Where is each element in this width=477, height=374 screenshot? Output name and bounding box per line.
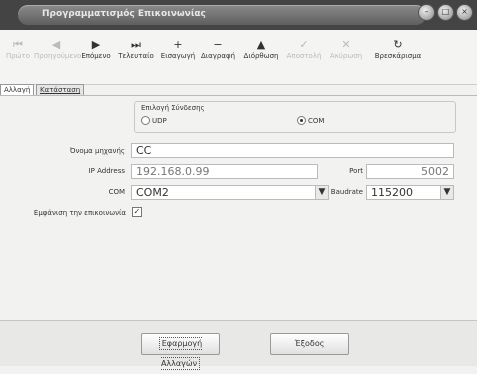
tab-change[interactable]: Αλλαγή <box>0 84 35 95</box>
com-radio-dot <box>297 116 306 125</box>
name-label: Όνομα μηχανής <box>69 147 125 155</box>
toolbar-next-button[interactable]: ▶ Επόμενο <box>80 38 112 60</box>
com-select[interactable]: COM2 ▼ <box>131 185 329 200</box>
exit-button[interactable]: Έξοδος <box>270 333 349 355</box>
tab-status[interactable]: Κατάσταση <box>36 84 85 95</box>
next-icon: ▶ <box>91 38 101 51</box>
toolbar-send-button[interactable]: ✓ Αποστολή <box>284 38 324 60</box>
last-icon: ⏭ <box>131 38 141 51</box>
edit-icon: ▲ <box>256 38 266 51</box>
toolbar-first-button[interactable]: ⏮ Πρώτο <box>4 38 32 60</box>
toolbar-refresh-button[interactable]: ↻ Βρεσκάρισμα <box>368 38 428 60</box>
udp-radio-dot <box>141 116 150 125</box>
toolbar-insert-label: Εισαγωγή <box>160 52 196 60</box>
toolbar-first-label: Πρώτο <box>5 52 31 60</box>
connection-group-label: Επιλογή Σύνδεσης <box>141 104 205 112</box>
apply-changes-label: Εφαρμογή Αλλαγών <box>158 337 203 370</box>
toolbar-next-label: Επόμενο <box>81 52 111 60</box>
window-title: Προγραμματισμός Επικοινωνίας <box>42 9 206 19</box>
udp-radio-label: UDP <box>152 116 167 125</box>
baud-label: Baudrate <box>330 188 363 196</box>
bottom-bar: Εφαρμογή Αλλαγών Έξοδος <box>0 320 477 370</box>
udp-radio[interactable]: UDP <box>141 116 167 125</box>
toolbar-previous-label: Προηγούμενο <box>34 52 82 60</box>
com-radio-label: COM <box>308 116 325 125</box>
baud-select-value: 115200 <box>371 186 413 199</box>
toolbar-edit-label: Διόρθωση <box>243 52 279 60</box>
ip-label: IP Address <box>88 167 125 175</box>
minimize-button[interactable]: – <box>418 4 435 21</box>
close-button[interactable]: × <box>456 4 473 21</box>
chevron-down-icon[interactable]: ▼ <box>440 186 453 199</box>
toolbar-last-label: Τελευταίο <box>118 52 154 60</box>
port-input[interactable]: 5002 <box>366 164 454 179</box>
com-label: COM <box>108 188 125 196</box>
apply-changes-button[interactable]: Εφαρμογή Αλλαγών <box>141 333 220 370</box>
com-select-value: COM2 <box>136 186 169 199</box>
insert-icon: + <box>173 38 183 51</box>
toolbar-delete-label: Διαγραφή <box>200 52 236 60</box>
show-comm-label: Εμφάνιση την επικοινωνία <box>33 209 126 217</box>
toolbar-cancel-label: Ακύρωση <box>329 52 363 60</box>
cancel-icon: ✕ <box>341 38 351 51</box>
maximize-button[interactable]: □ <box>437 4 454 21</box>
previous-icon: ◀ <box>51 38 61 51</box>
baud-select[interactable]: 115200 ▼ <box>366 185 454 200</box>
delete-icon: − <box>213 38 223 51</box>
show-comm-checkbox[interactable]: ✓ <box>132 207 142 217</box>
first-icon: ⏮ <box>13 38 23 51</box>
toolbar-edit-button[interactable]: ▲ Διόρθωση <box>241 38 281 60</box>
toolbar-insert-button[interactable]: + Εισαγωγή <box>160 38 196 60</box>
port-label: Port <box>349 167 363 175</box>
com-radio[interactable]: COM <box>297 116 324 125</box>
toolbar-cancel-button[interactable]: ✕ Ακύρωση <box>326 38 366 60</box>
toolbar-refresh-label: Βρεσκάρισμα <box>374 52 422 60</box>
refresh-icon: ↻ <box>393 38 403 51</box>
title-bar: Προγραμματισμός Επικοινωνίας – □ × <box>0 0 477 30</box>
connection-group: Επιλογή Σύνδεσης UDP COM <box>134 101 456 133</box>
window-controls: – □ × <box>418 4 473 21</box>
name-input[interactable]: CC <box>131 143 454 158</box>
toolbar: ⏮ Πρώτο ◀ Προηγούμενο ▶ Επόμενο ⏭ Τελευτ… <box>0 30 477 85</box>
tab-strip: Αλλαγή Κατάσταση <box>0 84 477 96</box>
toolbar-previous-button[interactable]: ◀ Προηγούμενο <box>34 38 82 60</box>
exit-label: Έξοδος <box>294 339 325 348</box>
toolbar-last-button[interactable]: ⏭ Τελευταίο <box>116 38 156 60</box>
send-icon: ✓ <box>299 38 309 51</box>
toolbar-delete-button[interactable]: − Διαγραφή <box>198 38 238 60</box>
toolbar-send-label: Αποστολή <box>286 52 322 60</box>
ip-input[interactable]: 192.168.0.99 <box>131 164 318 179</box>
